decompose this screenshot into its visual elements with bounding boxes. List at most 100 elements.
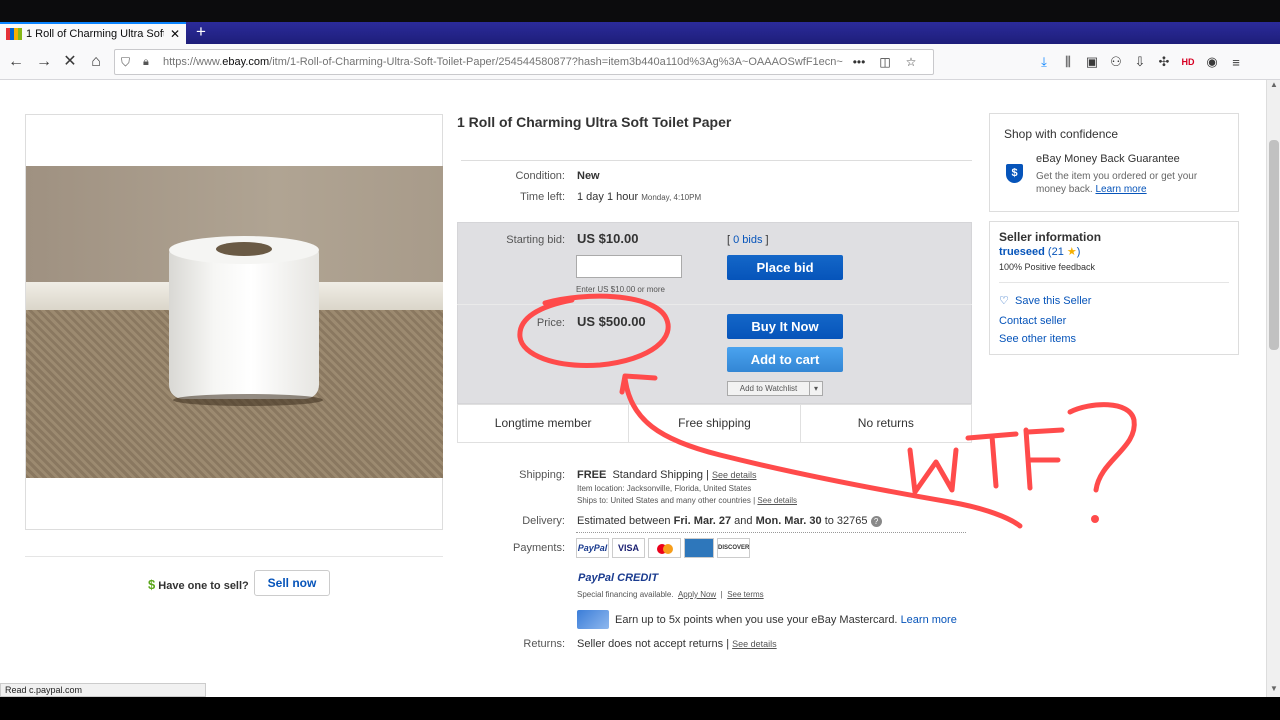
see-other-items-link[interactable]: See other items xyxy=(999,333,1076,345)
mastercard-promo: Earn up to 5x points when you use your e… xyxy=(615,614,957,626)
time-left-value: 1 day 1 hour Monday, 4:10PM xyxy=(577,191,702,203)
bid-panel xyxy=(457,222,972,404)
add-to-watchlist-button[interactable]: Add to Watchlist ▾ xyxy=(727,381,823,396)
delivery-label: Delivery: xyxy=(522,515,565,527)
forward-icon[interactable]: → xyxy=(34,52,54,72)
scroll-up-icon[interactable]: ▲ xyxy=(1267,80,1280,92)
url-bar[interactable]: ⛉ 🔒︎ https://www.ebay.com/itm/1-Roll-of-… xyxy=(114,49,934,75)
guarantee-learn-more-link[interactable]: Learn more xyxy=(1095,184,1146,195)
price-value: US $500.00 xyxy=(577,314,646,329)
status-bar: Read c.paypal.com xyxy=(0,683,206,697)
learn-more-link[interactable]: Learn more xyxy=(901,614,957,626)
lock-icon[interactable]: 🔒︎ xyxy=(143,56,155,69)
starting-bid-label: Starting bid: xyxy=(506,234,565,246)
favicon-icon xyxy=(6,28,22,40)
have-one-to-sell: $ Have one to sell? xyxy=(148,577,249,592)
bid-amount-input[interactable] xyxy=(576,255,682,278)
bids-link[interactable]: [ 0 bids ] xyxy=(727,234,769,246)
new-tab-icon[interactable]: + xyxy=(190,22,212,44)
badge-no-returns: No returns xyxy=(857,416,914,430)
sidebar-icon[interactable]: ▣ xyxy=(1080,54,1104,70)
nav-bar: ← → ✕ ⌂ ⛉ 🔒︎ https://www.ebay.com/itm/1-… xyxy=(0,44,1280,80)
returns-see-details-link[interactable]: See details xyxy=(732,639,777,649)
seller-feedback: 100% Positive feedback xyxy=(999,262,1096,272)
library-icon[interactable]: ⫼ xyxy=(1056,54,1080,70)
seller-name-link[interactable]: trueseed xyxy=(999,246,1045,258)
home-icon[interactable]: ⌂ xyxy=(86,52,106,72)
place-bid-button[interactable]: Place bid xyxy=(727,255,843,280)
back-icon[interactable]: ← xyxy=(6,52,26,72)
price-label: Price: xyxy=(536,317,565,329)
delivery-value: Estimated between Fri. Mar. 27 and Mon. … xyxy=(577,515,882,527)
buy-it-now-button[interactable]: Buy It Now xyxy=(727,314,843,339)
save-seller-link[interactable]: ♡ Save this Seller xyxy=(999,294,1091,307)
apply-now-link[interactable]: Apply Now xyxy=(678,590,716,599)
shield-dollar-icon: $ xyxy=(1006,164,1023,183)
title-bar xyxy=(0,0,1280,22)
info-icon[interactable]: ? xyxy=(870,516,882,527)
toolbar-icons: ⤓ ⫼ ▣ ⚇ ⇩ ✣ HD ◉ ≡ xyxy=(1032,52,1248,72)
amex-logo xyxy=(684,538,714,558)
shipping-label: Shipping: xyxy=(519,469,565,481)
menu-icon[interactable]: ≡ xyxy=(1224,55,1248,70)
confidence-heading: Shop with confidence xyxy=(1004,127,1119,141)
hd-icon[interactable]: HD xyxy=(1176,57,1200,67)
scrollbar[interactable]: ▲ ▼ xyxy=(1266,80,1280,697)
shipping-see-details-link[interactable]: See details xyxy=(712,470,757,480)
bottom-bar xyxy=(0,697,1280,720)
close-tab-icon[interactable]: ✕ xyxy=(170,27,180,41)
download-icon[interactable]: ⤓ xyxy=(1032,54,1056,70)
pocket-icon[interactable]: ◫ xyxy=(875,55,895,69)
divider xyxy=(25,556,443,557)
guarantee-title: eBay Money Back Guarantee xyxy=(1036,153,1180,165)
starting-bid-value: US $10.00 xyxy=(577,231,639,246)
badge-free-shipping: Free shipping xyxy=(629,405,801,442)
divider xyxy=(457,304,972,305)
discover-logo: DISCOVER xyxy=(717,538,750,558)
divider xyxy=(576,532,966,533)
scrollbar-thumb[interactable] xyxy=(1269,140,1279,350)
seller-score[interactable]: 21 xyxy=(1052,246,1064,258)
browser-tab[interactable]: 1 Roll of Charming Ultra Soft Toilet Pa … xyxy=(0,22,186,44)
add-to-cart-button[interactable]: Add to cart xyxy=(727,347,843,372)
star-icon: ★ xyxy=(1066,246,1077,258)
condition-label: Condition: xyxy=(515,170,565,182)
contact-seller-link[interactable]: Contact seller xyxy=(999,315,1066,327)
ebay-mastercard-icon xyxy=(577,610,609,629)
seller-heading: Seller information xyxy=(999,230,1102,244)
extension-icon[interactable]: ⇩ xyxy=(1128,54,1152,70)
divider xyxy=(461,160,972,161)
condition-value: New xyxy=(577,170,600,182)
returns-label: Returns: xyxy=(523,638,565,650)
item-location: Item location: Jacksonville, Florida, Un… xyxy=(577,484,752,493)
tab-title: 1 Roll of Charming Ultra Soft Toilet Pa xyxy=(26,28,164,40)
extension-icon[interactable]: ✣ xyxy=(1152,54,1176,70)
visa-logo: VISA xyxy=(612,538,645,558)
item-title: 1 Roll of Charming Ultra Soft Toilet Pap… xyxy=(457,114,732,130)
paypal-credit-logo: PayPal CREDIT xyxy=(578,572,659,584)
seller-info-box: Seller information trueseed (21 ★) 100% … xyxy=(989,221,1239,355)
account-icon[interactable]: ◉ xyxy=(1200,54,1224,70)
see-terms-link[interactable]: See terms xyxy=(727,590,763,599)
ships-to: Ships to: United States and many other c… xyxy=(577,496,797,505)
returns-value: Seller does not accept returns | See det… xyxy=(577,638,777,650)
url-text[interactable]: https://www.ebay.com/itm/1-Roll-of-Charm… xyxy=(163,56,843,68)
badge-longtime-member: Longtime member xyxy=(458,405,630,442)
extension-icon[interactable]: ⚇ xyxy=(1104,54,1128,70)
item-badges: Longtime member Free shipping No returns xyxy=(457,404,972,443)
paypal-logo: PayPal xyxy=(576,538,609,558)
sell-now-button[interactable]: Sell now xyxy=(254,570,330,596)
payments-label: Payments: xyxy=(513,542,565,554)
bookmark-star-icon[interactable]: ☆ xyxy=(901,55,921,69)
stop-icon[interactable]: ✕ xyxy=(60,52,80,72)
guarantee-text: Get the item you ordered or get your mon… xyxy=(1036,171,1198,195)
toilet-paper-roll xyxy=(169,236,323,406)
time-left-label: Time left: xyxy=(520,191,565,203)
ships-to-see-details-link[interactable]: See details xyxy=(757,496,797,505)
chevron-down-icon: ▾ xyxy=(813,384,818,393)
item-photo[interactable] xyxy=(26,166,443,478)
shield-icon[interactable]: ⛉ xyxy=(121,55,135,70)
scroll-down-icon[interactable]: ▼ xyxy=(1267,684,1280,696)
bid-hint: Enter US $10.00 or more xyxy=(576,285,665,294)
page-actions-icon[interactable]: ••• xyxy=(849,55,869,69)
